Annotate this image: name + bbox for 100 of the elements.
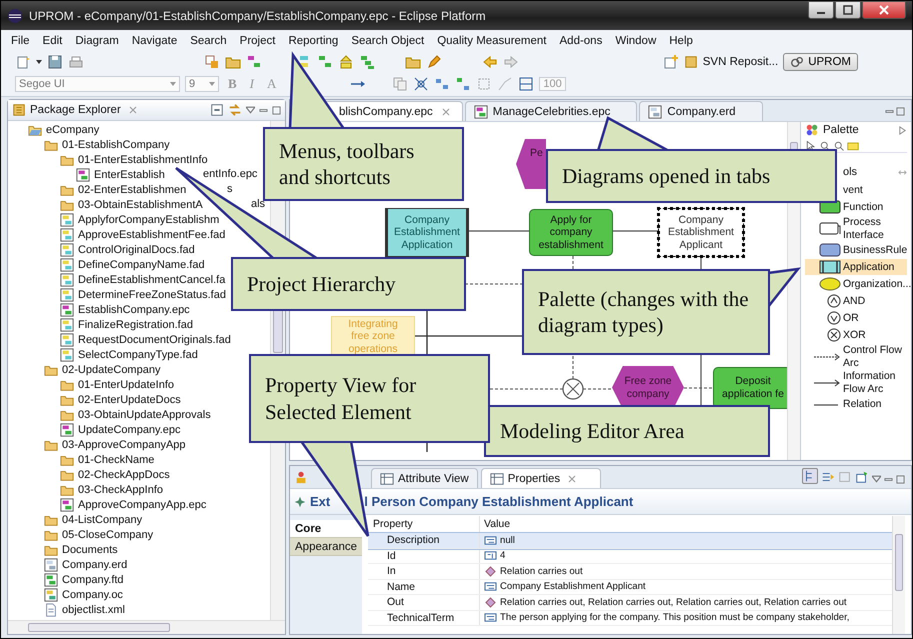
tree-view-icon[interactable]: [802, 468, 818, 484]
arrange-icon[interactable]: [455, 76, 472, 92]
view-menu-icon[interactable]: [246, 106, 255, 114]
perspective-button[interactable]: UPROM: [783, 53, 858, 71]
maximize-icon[interactable]: [896, 107, 905, 116]
tree-item[interactable]: 01-EstablishCompany: [62, 138, 170, 150]
grid-icon[interactable]: [518, 76, 534, 92]
arrange-icon[interactable]: [434, 76, 450, 92]
perspective-tab[interactable]: SVN Reposit...: [702, 56, 778, 68]
align-icon[interactable]: [476, 76, 492, 92]
maximize-icon[interactable]: [272, 106, 281, 114]
minimize-icon[interactable]: [885, 107, 894, 116]
tree-item[interactable]: 03-ObtainEstablishmentA: [78, 198, 203, 210]
palette-item[interactable]: vent: [843, 182, 907, 198]
maximize-button[interactable]: [835, 1, 861, 19]
tree-item[interactable]: EstablishCompany.epc: [78, 304, 190, 316]
close-button[interactable]: [862, 1, 906, 19]
menu-item[interactable]: Diagram: [75, 34, 119, 46]
tree-item[interactable]: DetermineFreeZoneStatus.fad: [78, 288, 226, 300]
menu-item[interactable]: Window: [615, 34, 656, 46]
tree-item[interactable]: RequestDocumentOriginals.fad: [78, 334, 231, 346]
tree-item[interactable]: 01-EnterUpdateInfo: [78, 378, 174, 390]
open-perspective-icon[interactable]: [662, 54, 679, 70]
link-icon[interactable]: [228, 103, 242, 117]
collapse-all-icon[interactable]: [210, 103, 224, 117]
section-tab[interactable]: Appearance: [290, 538, 362, 556]
tree-item[interactable]: ApplyforCompanyEstablishm: [78, 214, 220, 226]
editor-tab[interactable]: Company.erd: [639, 101, 763, 121]
tree-item[interactable]: 01-CheckName: [78, 454, 154, 466]
copy-icon[interactable]: [392, 76, 408, 92]
diagram-node[interactable]: Company Establishment Applicant: [658, 208, 744, 257]
table-row[interactable]: TechnicalTerm The person applying for the company. This position must be company stakeholder,: [368, 610, 892, 626]
tree-item[interactable]: SelectCompanyType.fad: [78, 348, 198, 360]
person-icon[interactable]: [294, 470, 308, 484]
tree-item[interactable]: DefineEstablishmentCancel.fa: [78, 274, 226, 286]
repository-icon[interactable]: [684, 55, 698, 69]
diagram-node[interactable]: Deposit application fe: [713, 367, 787, 409]
menu-item[interactable]: Search Object: [351, 34, 424, 46]
tree-item[interactable]: entInfo.epc: [203, 168, 258, 180]
caret-icon[interactable]: [36, 60, 42, 64]
menu-item[interactable]: Reporting: [288, 34, 338, 46]
tree-item[interactable]: ApproveEstablishmentFee.fad: [78, 228, 226, 240]
section-tab[interactable]: Core: [290, 520, 362, 538]
tree-item[interactable]: 03-ObtainUpdateApprovals: [78, 408, 211, 420]
diagram-icon[interactable]: [246, 54, 262, 70]
font-size-dropdown[interactable]: 9: [185, 76, 219, 92]
close-icon[interactable]: [442, 108, 450, 116]
column-header[interactable]: Value: [480, 518, 892, 530]
tree-item[interactable]: als: [251, 198, 266, 210]
close-icon[interactable]: [568, 474, 576, 482]
arrow-left-icon[interactable]: [482, 54, 498, 70]
table-row[interactable]: Name Company Establishment Applicant: [368, 580, 892, 595]
tree-item[interactable]: 04-ListCompany: [62, 514, 142, 526]
menu-item[interactable]: Project: [240, 34, 276, 46]
palette-item[interactable]: OR: [805, 310, 907, 326]
arrow-right-icon[interactable]: [503, 54, 519, 70]
palette-item[interactable]: Application: [805, 259, 907, 276]
minimize-icon[interactable]: [884, 475, 893, 484]
tree-item[interactable]: ApproveCompanyApp.epc: [78, 498, 206, 510]
menu-item[interactable]: Help: [669, 34, 693, 46]
palette-item[interactable]: Process Interface: [805, 216, 907, 242]
tree-item[interactable]: 02-EnterEstablishmen: [78, 184, 186, 196]
zoom-icon[interactable]: [833, 140, 845, 152]
menu-item[interactable]: Edit: [42, 34, 62, 46]
tree-item[interactable]: UpdateCompany.epc: [78, 424, 181, 436]
tree-item[interactable]: 01-EnterEstablishmentInfo: [78, 154, 208, 166]
palette-item[interactable]: Control Flow Arc: [805, 344, 907, 370]
tree-item[interactable]: Company.oc: [62, 588, 123, 600]
zoom-icon[interactable]: [819, 140, 831, 152]
tree-item[interactable]: Company.ftd: [62, 574, 124, 586]
diagram-node[interactable]: Apply for company establishment: [529, 209, 613, 256]
diagram-node[interactable]: Company Establishment Application: [385, 208, 469, 257]
menu-item[interactable]: Navigate: [132, 34, 178, 46]
editor-tab[interactable]: ManageCelebrities.epc: [464, 101, 638, 121]
table-row[interactable]: In Relation carries out: [368, 564, 892, 580]
view-tab[interactable]: Attribute View: [371, 468, 478, 488]
view-tab[interactable]: Properties: [480, 468, 602, 488]
menu-item[interactable]: File: [11, 34, 30, 46]
tree-item[interactable]: s: [227, 183, 232, 195]
tree-item[interactable]: Company.erd: [62, 558, 128, 570]
tree-item[interactable]: 02-CheckAppDocs: [78, 468, 170, 480]
palette-item[interactable]: Relation: [805, 396, 907, 413]
palette-item[interactable]: AND: [805, 293, 907, 310]
tree-item[interactable]: ControlOriginalDocs.fad: [78, 244, 195, 256]
pen-icon[interactable]: [426, 54, 442, 70]
expand-icon[interactable]: [898, 126, 907, 134]
minimize-button[interactable]: [808, 1, 834, 19]
palette-item[interactable]: Information Flow Arc: [805, 370, 907, 396]
tree-item[interactable]: 02-UpdateCompany: [62, 364, 160, 376]
tree-item[interactable]: EnterEstablish: [94, 168, 165, 180]
tree-item[interactable]: eCompany: [46, 124, 100, 136]
save-icon[interactable]: [47, 54, 63, 70]
palette-item[interactable]: XOR: [805, 327, 907, 344]
table-row[interactable]: Description null: [368, 533, 892, 548]
tree-item[interactable]: Documents: [62, 544, 118, 556]
view-menu-icon[interactable]: [872, 475, 881, 484]
table-row[interactable]: Id 4: [368, 548, 892, 564]
palette-group[interactable]: ols: [843, 166, 858, 178]
tree-item[interactable]: objectlist.xml: [62, 604, 125, 616]
tree-item[interactable]: 03-ApproveCompanyApp: [62, 438, 186, 450]
